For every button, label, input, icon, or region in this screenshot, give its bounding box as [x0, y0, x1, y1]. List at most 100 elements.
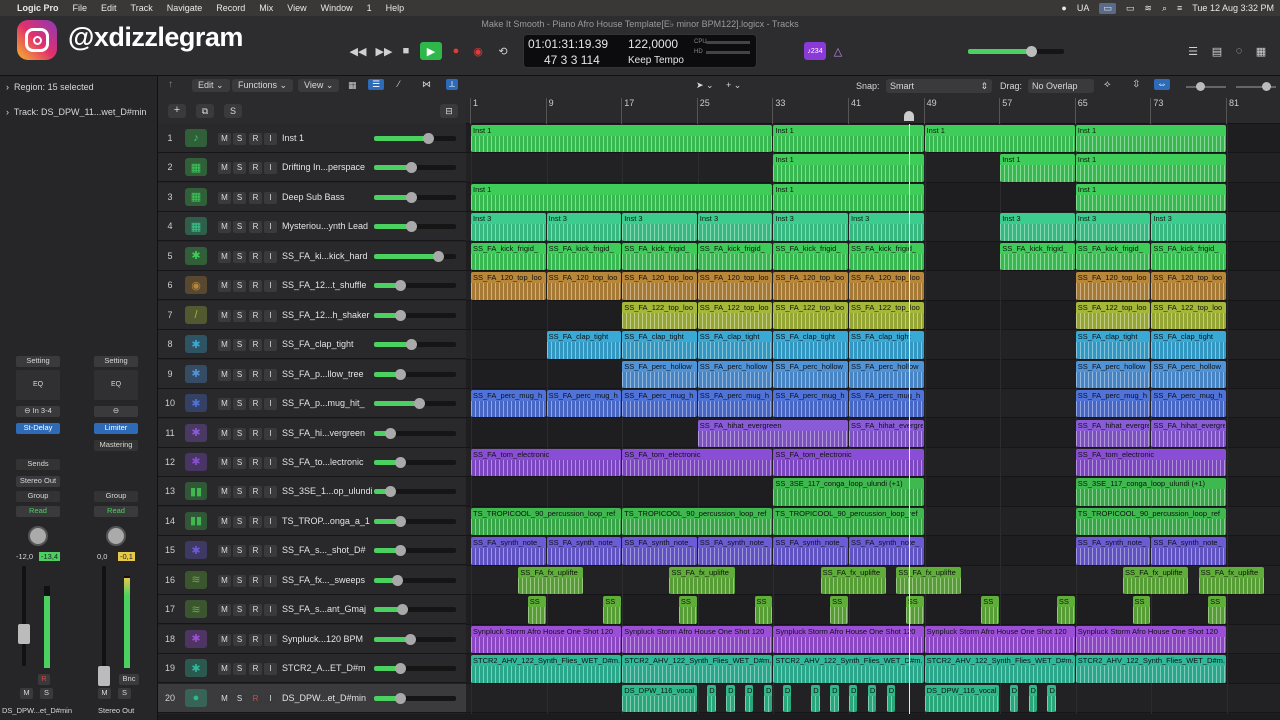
region[interactable]: STCR2_AHV_122_Synth_Flies_WET_D#m. — [1075, 655, 1226, 683]
region[interactable]: SS_FA_120_top_loo — [546, 272, 622, 300]
region[interactable]: Synpluck Storm Afro House One Shot 120 — [924, 625, 1075, 654]
strip1-setting-button[interactable]: Setting — [16, 356, 60, 367]
vertical-zoom-icon[interactable]: ⇳ — [1132, 79, 1140, 90]
strip1-eq-display[interactable]: EQ — [16, 370, 60, 400]
menu-1[interactable]: 1 — [360, 3, 379, 13]
track-volume-slider[interactable] — [374, 486, 456, 498]
track-icon[interactable]: ● — [185, 688, 207, 707]
track-inspector-header[interactable]: › Track: DS_DPW_11...wet_D#min — [6, 107, 156, 117]
search-icon[interactable]: ⌕ — [1162, 3, 1167, 14]
region[interactable]: SS_FA_clap_tight — [697, 331, 773, 359]
solo-button[interactable]: S — [233, 633, 246, 646]
region[interactable]: Inst 1 — [1075, 154, 1226, 182]
input-monitor-button[interactable]: I — [264, 162, 277, 175]
input-monitor-button[interactable]: I — [264, 574, 277, 587]
region[interactable]: Inst 1 — [471, 125, 773, 153]
region[interactable]: SS — [1208, 596, 1226, 624]
solo-button[interactable]: S — [233, 133, 246, 145]
mute-button[interactable]: M — [218, 368, 231, 381]
track-icon[interactable]: ✱ — [185, 659, 207, 678]
solo-button[interactable]: S — [233, 162, 246, 175]
mute-button[interactable]: M — [218, 456, 231, 469]
strip1-sends-slot[interactable]: Sends — [16, 459, 60, 470]
strip1-group-slot[interactable]: Group — [16, 491, 60, 502]
play-icon[interactable]: ▶ — [420, 42, 442, 60]
region[interactable]: Inst 3 — [546, 213, 622, 241]
region[interactable]: DS_DPW_116_vocal — [622, 684, 697, 712]
region[interactable]: SS_FA_perc_mug_h — [622, 390, 697, 418]
region[interactable]: Inst 1 — [773, 125, 924, 153]
notepad-icon[interactable]: ▤ — [1210, 43, 1224, 59]
region[interactable]: SS_FA_perc_hollow — [622, 360, 697, 389]
region[interactable]: SS_FA_122_top_loo — [773, 301, 848, 330]
track-name[interactable]: SS_FA_12...t_shuffle — [282, 271, 374, 300]
track-header-14[interactable]: 14 ▮▮ M S R I TS_TROP...onga_a_1 — [158, 506, 466, 536]
solo-button[interactable]: S — [233, 427, 246, 440]
track-volume-slider[interactable] — [374, 604, 456, 616]
track-volume-slider[interactable] — [374, 191, 456, 203]
region[interactable]: SS_FA_clap_tight — [849, 331, 924, 359]
input-monitor-button[interactable]: I — [264, 456, 277, 469]
mute-button[interactable]: M — [218, 692, 231, 705]
record-enable-button[interactable]: R — [249, 486, 262, 499]
track-header-20[interactable]: 20 ● M S R I DS_DPW...et_D#min — [158, 683, 466, 713]
track-header-6[interactable]: 6 ◉ M S R I SS_FA_12...t_shuffle — [158, 271, 466, 301]
mute-button[interactable]: M — [218, 486, 231, 499]
record-enable-button[interactable]: R — [249, 427, 262, 440]
solo-button[interactable]: S — [233, 545, 246, 558]
list-view-icon[interactable]: ☰ — [368, 79, 385, 90]
track-header-2[interactable]: 2 ▦ M S R I Drifting In...perspace — [158, 153, 466, 183]
region[interactable]: SS_FA_hihat_evergreen — [849, 419, 924, 447]
mute-button[interactable]: M — [218, 633, 231, 646]
strip2-bounce-button[interactable]: Bnc — [119, 674, 139, 685]
region[interactable]: SS_FA_kick_frigid_ — [471, 242, 546, 271]
automation-icon[interactable]: ⁄ — [398, 79, 400, 89]
region[interactable]: STCR2_AHV_122_Synth_Flies_WET_D#m. — [622, 655, 773, 683]
region[interactable]: SS_FA_fx_uplifte — [820, 566, 886, 595]
menu-logic-pro[interactable]: Logic Pro — [10, 3, 66, 13]
wifi-icon[interactable]: ≋ — [1144, 3, 1152, 14]
grid-view-icon[interactable]: ▦ — [348, 80, 357, 91]
strip2-group-slot[interactable]: Group — [94, 491, 138, 502]
region[interactable]: SS — [1056, 596, 1075, 624]
region[interactable]: Synpluck Storm Afro House One Shot 120 — [1075, 625, 1226, 654]
mute-button[interactable]: M — [218, 545, 231, 558]
strip1-fader-cap[interactable] — [18, 624, 30, 644]
input-monitor-button[interactable]: I — [264, 604, 277, 617]
solo-button[interactable]: S — [233, 574, 246, 587]
fast-forward-icon[interactable]: ▶▶ — [374, 43, 394, 59]
track-name[interactable]: SS_FA_fx..._sweeps — [282, 566, 374, 595]
solo-button[interactable]: S — [233, 250, 246, 263]
strip2-link-icon[interactable]: ⊖ — [94, 406, 138, 417]
track-header-13[interactable]: 13 ▮▮ M S R I SS_3SE_1...op_ulundi — [158, 477, 466, 507]
menu-mix[interactable]: Mix — [252, 3, 280, 13]
region[interactable]: Inst 3 — [773, 213, 848, 241]
record-icon[interactable]: ● — [448, 43, 464, 59]
region[interactable]: Inst 1 — [1000, 154, 1075, 182]
region[interactable]: SS_FA_tom_electronic — [773, 448, 924, 477]
mute-button[interactable]: M — [218, 221, 231, 234]
mute-button[interactable]: M — [218, 574, 231, 587]
region[interactable]: DS_DPW_116_vocal — [745, 684, 754, 712]
region[interactable]: SS_FA_122_top_loo — [697, 301, 773, 330]
track-name[interactable]: SS_FA_p...mug_hit_ — [282, 389, 374, 418]
track-icon[interactable]: ▮▮ — [185, 482, 207, 501]
track-volume-slider[interactable] — [374, 398, 456, 410]
region[interactable]: SS_FA_perc_mug_h — [849, 390, 924, 418]
input-monitor-button[interactable]: I — [264, 427, 277, 440]
region[interactable]: SS_FA_clap_tight — [773, 331, 848, 359]
region[interactable]: SS_FA_hihat_evergreen — [697, 419, 848, 447]
playhead-marker-icon[interactable] — [904, 111, 914, 121]
strip1-fader[interactable] — [22, 566, 26, 666]
region[interactable]: TS_TROPICOOL_90_percussion_loop_ref — [1075, 507, 1226, 536]
input-monitor-button[interactable]: I — [264, 398, 277, 411]
strip2-insert2-slot[interactable]: Mastering — [94, 440, 138, 451]
track-icon[interactable]: ✱ — [185, 423, 207, 442]
view-menu[interactable]: View ⌄ — [298, 79, 340, 92]
track-icon[interactable]: ▦ — [185, 158, 207, 177]
region[interactable]: SS_FA_perc_mug_h — [697, 390, 773, 418]
strip1-pan-knob[interactable] — [28, 526, 48, 546]
strip2-setting-button[interactable]: Setting — [94, 356, 138, 367]
region[interactable]: Inst 3 — [849, 213, 924, 241]
track-volume-slider[interactable] — [374, 133, 456, 144]
